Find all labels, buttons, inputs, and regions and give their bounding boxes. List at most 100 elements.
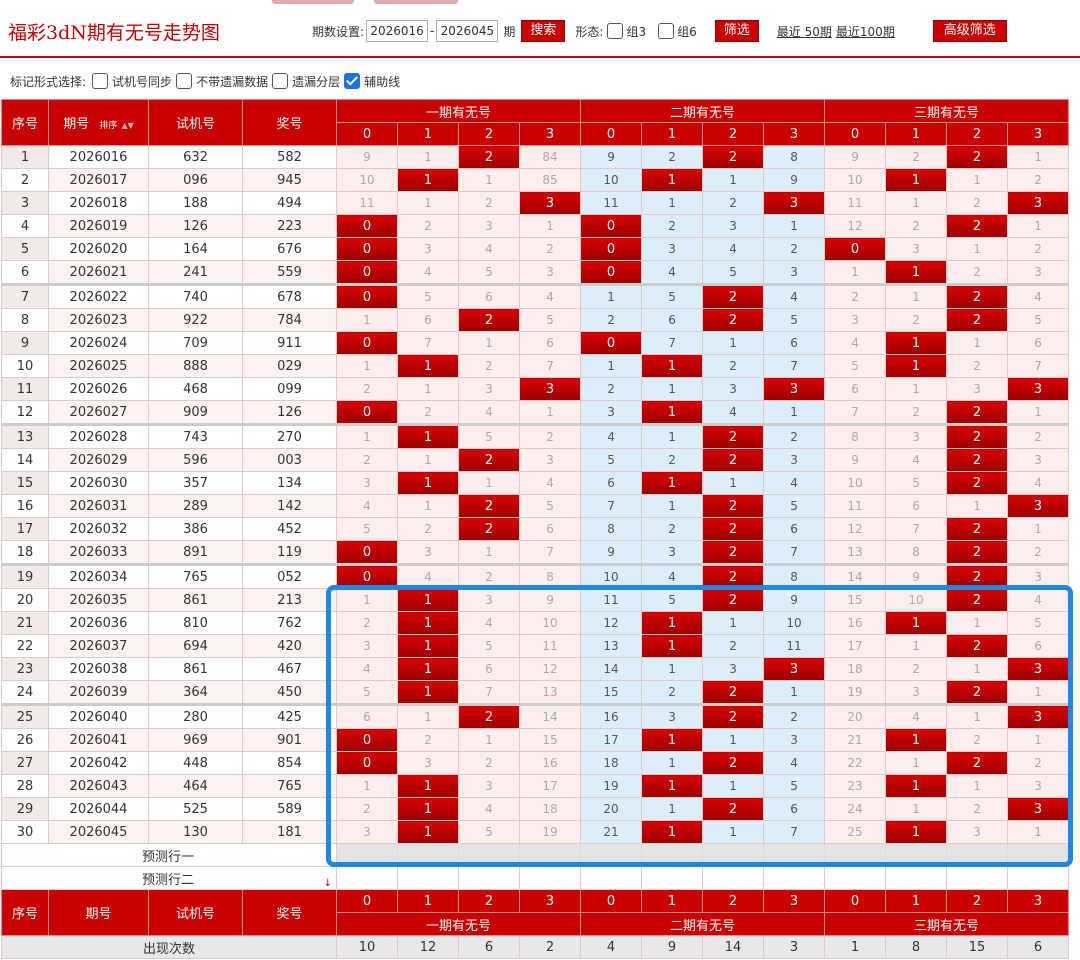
digit-header: 3 bbox=[763, 122, 826, 146]
predict-cell[interactable] bbox=[946, 843, 1009, 867]
recent100-link[interactable]: 最近100期 bbox=[836, 23, 895, 40]
recent50-link[interactable]: 最近 50期 bbox=[777, 23, 832, 40]
trend-cell: 1 bbox=[946, 168, 1009, 192]
trend-cell: 5 bbox=[336, 517, 398, 541]
row-period: 2026023 bbox=[48, 308, 149, 332]
trend-cell: 8 bbox=[580, 517, 643, 541]
miss-layer-checkbox[interactable] bbox=[272, 73, 289, 89]
table-row: 18 2026033 891 119 0 3 1 7 9 3 2 7 13 8 2 2 bbox=[1, 540, 1070, 565]
trend-cell: 2 bbox=[702, 494, 765, 518]
trend-cell: 1 bbox=[641, 377, 704, 401]
trend-cell: 4 bbox=[702, 400, 765, 425]
trend-cell: 1 bbox=[641, 471, 704, 495]
predict-cell[interactable] bbox=[336, 866, 398, 890]
trend-cell: 1 bbox=[946, 774, 1009, 798]
trend-cell: 6 bbox=[1007, 331, 1070, 355]
trend-cell: 1 bbox=[397, 448, 459, 472]
digit-header: 2 bbox=[458, 122, 520, 146]
predict-cell[interactable] bbox=[885, 843, 948, 867]
trend-cell: 2 bbox=[641, 448, 704, 472]
digit-header: 0 bbox=[580, 122, 643, 146]
predict-cell[interactable] bbox=[1007, 843, 1070, 867]
trend-cell: 2 bbox=[885, 400, 948, 425]
predict-cell[interactable] bbox=[580, 843, 643, 867]
row-prize: 589 bbox=[242, 797, 337, 821]
trend-cell: 5 bbox=[580, 448, 643, 472]
col-period-header[interactable]: 期号 排序 ▲▼ bbox=[48, 99, 149, 146]
trend-cell: 1 bbox=[702, 471, 765, 495]
predict-cell[interactable] bbox=[1007, 866, 1070, 890]
trend-cell: 21 bbox=[580, 820, 643, 844]
trend-cell: 13 bbox=[580, 634, 643, 658]
table-row: 19 2026034 765 052 0 4 2 8 10 4 2 8 14 9 2 3 bbox=[1, 563, 1070, 589]
trend-cell: 8 bbox=[763, 145, 826, 169]
trend-cell: 16 bbox=[518, 751, 582, 775]
digit-header: 1 bbox=[885, 122, 948, 146]
row-seq: 20 bbox=[1, 588, 49, 612]
row-seq: 26 bbox=[1, 728, 49, 752]
row-prize: 450 bbox=[242, 680, 337, 705]
predict-cell[interactable] bbox=[702, 866, 765, 890]
advanced-filter-button[interactable]: 高级筛选 bbox=[932, 20, 1007, 42]
trend-cell: 1 bbox=[702, 728, 765, 752]
predict-cell[interactable] bbox=[885, 866, 948, 890]
filter-button[interactable]: 筛选 bbox=[714, 20, 759, 42]
predict-cell[interactable] bbox=[397, 843, 459, 867]
guide-line-label: 辅助线 bbox=[364, 74, 401, 89]
trend-cell: 3 bbox=[641, 540, 704, 565]
trend-cell: 2 bbox=[458, 751, 520, 775]
predict-cell[interactable] bbox=[763, 843, 826, 867]
trend-cell: 1 bbox=[885, 634, 948, 658]
group6-checkbox[interactable] bbox=[658, 23, 675, 39]
period-to-input[interactable]: 2026045 bbox=[436, 20, 499, 42]
predict-cell[interactable] bbox=[763, 866, 826, 890]
search-button[interactable]: 搜索 bbox=[521, 20, 566, 42]
predict-cell[interactable] bbox=[641, 866, 704, 890]
predict-cell[interactable] bbox=[458, 866, 520, 890]
trend-cell: 3 bbox=[458, 774, 520, 798]
predict-cell[interactable] bbox=[641, 843, 704, 867]
period-from-input[interactable]: 2026016 bbox=[366, 20, 429, 42]
predict-cell[interactable] bbox=[518, 866, 582, 890]
trend-cell: 6 bbox=[763, 331, 826, 355]
predict-cell[interactable] bbox=[702, 843, 765, 867]
row-prize: 134 bbox=[242, 471, 337, 495]
foot-group3-header: 三期有无号 bbox=[824, 912, 1070, 936]
no-miss-data-checkbox[interactable] bbox=[176, 73, 193, 89]
predict-cell[interactable] bbox=[336, 843, 398, 867]
sort-label[interactable]: 排序 bbox=[99, 121, 117, 131]
sync-trial-checkbox[interactable] bbox=[92, 73, 109, 89]
digit-header: 1 bbox=[641, 889, 704, 913]
digit-header: 2 bbox=[946, 889, 1009, 913]
trend-cell: 0 bbox=[580, 331, 643, 355]
trend-cell: 8 bbox=[763, 563, 826, 589]
predict-cell[interactable] bbox=[824, 866, 887, 890]
table-row: 24 2026039 364 450 5 1 7 13 15 2 2 1 19 3 2 1 bbox=[1, 680, 1070, 705]
guide-line-checkbox[interactable] bbox=[344, 73, 361, 89]
trend-cell: 2 bbox=[336, 377, 398, 401]
trend-cell: 1 bbox=[1007, 145, 1070, 169]
predict-cell[interactable] bbox=[458, 843, 520, 867]
trend-cell: 0 bbox=[336, 540, 398, 565]
table-row: 28 2026043 464 765 1 1 3 17 19 1 1 5 23 1 1 3 bbox=[1, 774, 1070, 798]
digit-header: 3 bbox=[763, 889, 826, 913]
trend-cell: 1 bbox=[1007, 680, 1070, 705]
arrow-down-icon[interactable]: ↓ bbox=[324, 878, 332, 889]
trend-cell: 0 bbox=[336, 751, 398, 775]
row-prize: 582 bbox=[242, 145, 337, 169]
trend-cell: 2 bbox=[702, 191, 765, 215]
row-prize: 911 bbox=[242, 331, 337, 355]
trend-cell: 4 bbox=[518, 283, 582, 309]
stat-value: 9 bbox=[641, 935, 704, 959]
predict-cell[interactable] bbox=[518, 843, 582, 867]
predict-cell[interactable] bbox=[580, 866, 643, 890]
group3-checkbox[interactable] bbox=[607, 23, 624, 39]
trend-cell: 4 bbox=[763, 283, 826, 309]
predict-cell[interactable] bbox=[824, 843, 887, 867]
trend-cell: 1 bbox=[641, 191, 704, 215]
predict-cell[interactable] bbox=[946, 866, 1009, 890]
predict-cell[interactable] bbox=[397, 866, 459, 890]
sort-arrows-icon[interactable]: ▲▼ bbox=[122, 121, 134, 130]
trend-cell: 10 bbox=[518, 611, 582, 635]
row-prize: 425 bbox=[242, 703, 337, 729]
